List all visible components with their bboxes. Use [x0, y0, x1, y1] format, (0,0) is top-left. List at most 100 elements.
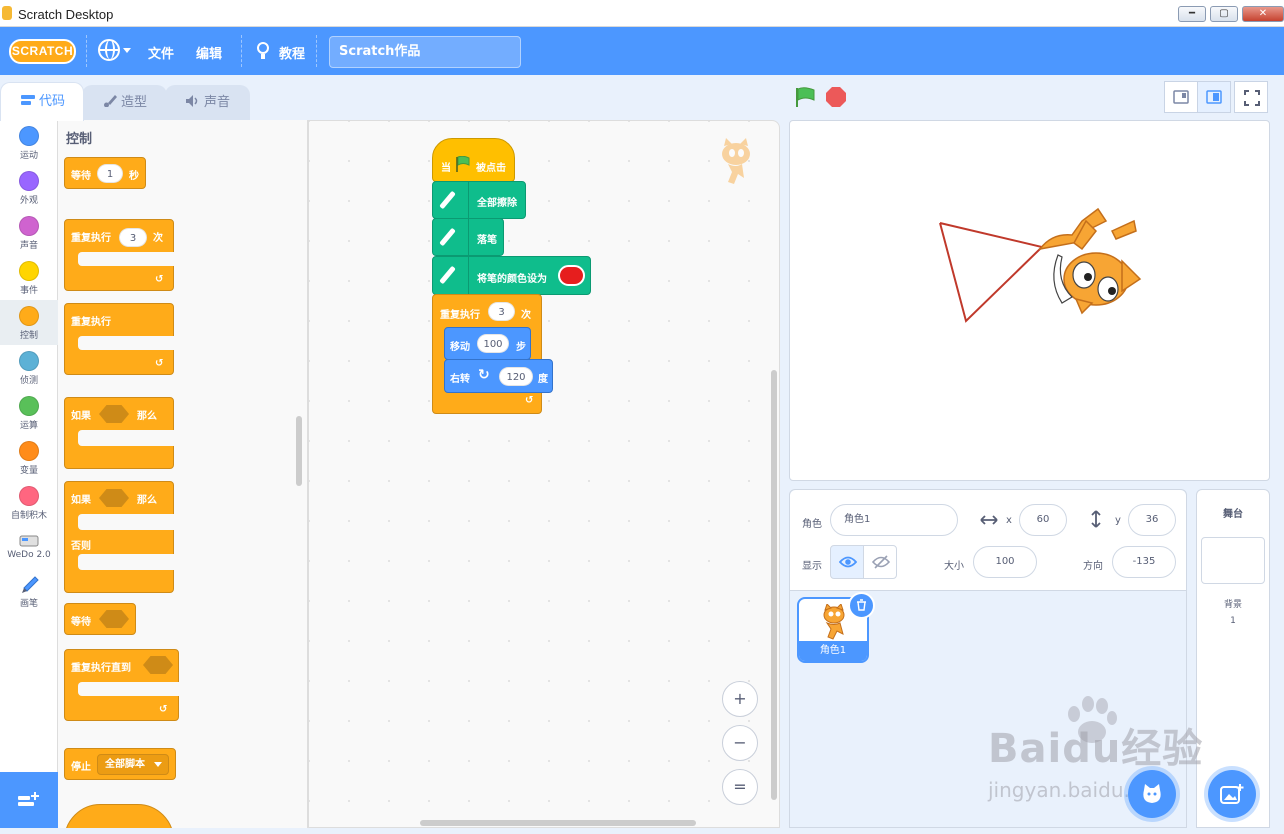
zoom-reset-button[interactable]: =: [722, 769, 758, 805]
palette-scrollbar[interactable]: [296, 416, 302, 486]
category-control[interactable]: 控制: [0, 300, 58, 345]
stop-option-dropdown[interactable]: 全部脚本: [97, 754, 169, 775]
tab-sounds[interactable]: 声音: [165, 85, 250, 120]
category-sound[interactable]: 声音: [0, 210, 58, 255]
close-button[interactable]: ✕: [1242, 6, 1284, 22]
tutorials-menu[interactable]: 教程: [279, 43, 305, 62]
category-motion[interactable]: 运动: [0, 120, 58, 165]
fullscreen-icon: [1244, 90, 1260, 106]
pen-down-block[interactable]: 落笔: [432, 218, 504, 256]
y-position-input[interactable]: 36: [1128, 504, 1176, 536]
repeat-until-block[interactable]: 重复执行直到 ↺: [64, 649, 179, 721]
direction-input[interactable]: -135: [1112, 546, 1176, 578]
loop-arrow-icon: ↺: [525, 395, 534, 406]
stage-canvas[interactable]: [789, 120, 1270, 481]
sprite-indicator-icon: [722, 138, 750, 184]
when-flag-clicked-block[interactable]: 当 被点击: [432, 138, 515, 182]
set-pen-color-block[interactable]: 将笔的颜色设为: [432, 256, 591, 295]
category-dot: [19, 306, 39, 326]
category-variables[interactable]: 变量: [0, 435, 58, 480]
delete-sprite-button[interactable]: [848, 592, 875, 619]
repeat-block[interactable]: 重复执行 3 次 ↺: [64, 219, 174, 291]
sprite-name-input[interactable]: 角色1: [830, 504, 958, 536]
forever-block[interactable]: 重复执行 ↺: [64, 303, 174, 375]
choose-backdrop-button[interactable]: [1208, 770, 1256, 818]
choose-sprite-button[interactable]: [1128, 770, 1176, 818]
sprite-tile-name: 角色1: [799, 641, 867, 661]
block-label: 重复执行: [71, 233, 111, 244]
green-flag-button[interactable]: [794, 86, 816, 108]
scratch-logo[interactable]: SCRATCH: [9, 39, 76, 64]
minimize-button[interactable]: ━: [1178, 6, 1206, 22]
category-events[interactable]: 事件: [0, 255, 58, 300]
category-label: 运算: [19, 421, 38, 431]
pen-color-swatch[interactable]: [558, 265, 585, 286]
stage-thumbnail[interactable]: [1201, 537, 1265, 584]
condition-slot[interactable]: [99, 489, 129, 507]
zoom-in-button[interactable]: +: [722, 681, 758, 717]
c-block-mouth: [78, 430, 174, 446]
x-position-input[interactable]: 60: [1019, 504, 1067, 536]
direction-label: 方向: [1083, 561, 1103, 572]
wait-until-block[interactable]: 等待: [64, 603, 136, 635]
stop-block[interactable]: 停止 全部脚本: [64, 748, 176, 780]
backdrops-label: 背景: [1223, 600, 1242, 610]
category-my-blocks[interactable]: 自制积木: [0, 480, 58, 525]
category-operators[interactable]: 运算: [0, 390, 58, 435]
condition-slot[interactable]: [143, 656, 173, 674]
if-else-block[interactable]: 如果 那么 否则: [64, 481, 174, 593]
stop-button[interactable]: [826, 87, 846, 107]
maximize-button[interactable]: ▢: [1210, 6, 1238, 22]
show-sprite-button[interactable]: [830, 545, 864, 579]
tab-costumes-label: 造型: [121, 95, 148, 110]
file-menu[interactable]: 文件: [148, 43, 174, 62]
edit-menu[interactable]: 编辑: [196, 43, 222, 62]
tab-costumes[interactable]: 造型: [82, 85, 167, 120]
large-stage-button[interactable]: [1197, 81, 1231, 113]
size-input[interactable]: 100: [973, 546, 1037, 578]
erase-all-block[interactable]: 全部擦除: [432, 181, 526, 219]
repeat-count-input[interactable]: 3: [488, 302, 515, 321]
fullscreen-button[interactable]: [1234, 81, 1268, 113]
category-dot: [19, 486, 39, 506]
category-label: 运动: [19, 151, 38, 161]
move-steps-input[interactable]: 100: [477, 334, 509, 353]
wait-seconds-block[interactable]: 等待 1 秒: [64, 157, 146, 189]
turn-degrees-input[interactable]: 120: [499, 367, 533, 386]
zoom-out-button[interactable]: −: [722, 725, 758, 761]
globe-icon[interactable]: [98, 39, 120, 61]
condition-slot[interactable]: [99, 405, 129, 423]
menu-bar: SCRATCH 文件 编辑 教程 Scratch作品: [0, 27, 1284, 75]
repeat-count-input[interactable]: 3: [119, 228, 147, 247]
category-label: 画笔: [19, 599, 38, 609]
category-label: 变量: [19, 466, 38, 476]
condition-slot[interactable]: [99, 610, 129, 628]
tab-sounds-label: 声音: [204, 95, 231, 110]
turn-right-block[interactable]: 右转 ↻ 120 度: [444, 359, 553, 393]
add-extension-button[interactable]: [0, 772, 58, 828]
stop-option-label: 全部脚本: [105, 759, 145, 770]
workspace-vertical-scrollbar[interactable]: [771, 370, 777, 800]
category-looks[interactable]: 外观: [0, 165, 58, 210]
y-position-icon: [1091, 510, 1101, 528]
tab-code[interactable]: 代码: [0, 82, 84, 121]
small-stage-button[interactable]: [1164, 81, 1198, 113]
move-steps-block[interactable]: 移动 100 步: [444, 327, 531, 360]
wait-seconds-input[interactable]: 1: [97, 164, 123, 183]
project-title-input[interactable]: Scratch作品: [329, 36, 521, 68]
script-workspace[interactable]: [308, 120, 780, 828]
workspace-horizontal-scrollbar[interactable]: [420, 820, 696, 826]
block-label: 次: [521, 310, 531, 321]
sprite-info-panel: 角色 角色1 x 60 y 36 显示 大小 100 方向 -135: [790, 490, 1186, 591]
category-sensing[interactable]: 侦测: [0, 345, 58, 390]
category-pen[interactable]: 画笔: [0, 570, 58, 615]
hide-sprite-button[interactable]: [863, 545, 897, 579]
if-then-block[interactable]: 如果 那么: [64, 397, 174, 469]
category-dot: [19, 216, 39, 236]
pen-icon: [433, 182, 469, 218]
pen-icon: [433, 219, 469, 255]
watermark-brand: Baidu经验: [988, 726, 1204, 772]
category-wedo[interactable]: WeDo 2.0: [0, 525, 58, 570]
c-block-mouth: [78, 682, 179, 696]
start-as-clone-block[interactable]: [64, 804, 174, 828]
